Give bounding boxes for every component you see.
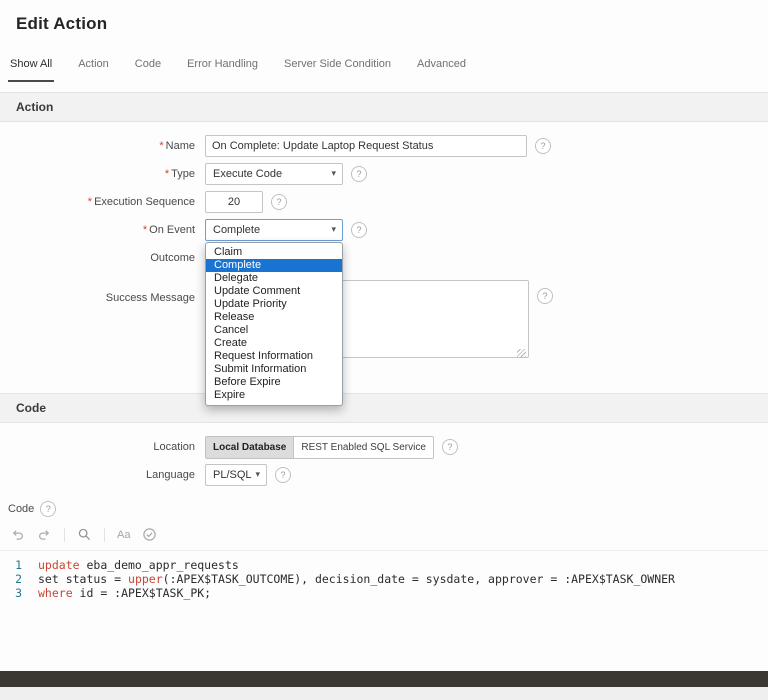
on-event-select[interactable]: Complete ▾ (205, 219, 343, 241)
location-option-local-database[interactable]: Local Database (206, 436, 295, 458)
case-icon: Aa (117, 528, 131, 541)
name-help-icon[interactable]: ? (535, 138, 551, 154)
on-event-option[interactable]: Delegate (206, 272, 342, 285)
tab-error-handling[interactable]: Error Handling (185, 52, 260, 82)
on-event-option[interactable]: Submit Information (206, 363, 342, 376)
tab-bar: Show All Action Code Error Handling Serv… (0, 52, 768, 82)
on-event-option[interactable]: Create (206, 337, 342, 350)
location-toggle-group: Local Database REST Enabled SQL Service (205, 435, 434, 459)
tab-code[interactable]: Code (133, 52, 163, 82)
redo-button[interactable] (37, 527, 52, 542)
validate-button[interactable] (142, 527, 157, 542)
required-marker: * (142, 224, 148, 236)
name-label: * Name (159, 140, 195, 152)
on-event-option[interactable]: Expire (206, 389, 342, 402)
language-field-row: Language PL/SQL ▾ ? (0, 463, 768, 487)
code-editor-area[interactable]: 1 update eba_demo_appr_requests 2 set statu… (0, 551, 768, 600)
required-marker: * (159, 140, 164, 152)
on-event-option[interactable]: Before Expire (206, 376, 342, 389)
code-line[interactable]: 1 update eba_demo_appr_requests (0, 558, 768, 572)
toolbar-divider (104, 527, 105, 542)
on-event-help-icon[interactable]: ? (351, 222, 367, 238)
execution-sequence-field-row: *Execution Sequence ? (0, 190, 768, 214)
tab-action[interactable]: Action (76, 52, 111, 82)
execution-sequence-input[interactable] (205, 191, 263, 213)
action-section-body: *Name ? *Type Execute Code ▾ ? *Executio… (0, 134, 768, 406)
location-help-icon[interactable]: ? (441, 439, 458, 455)
code-editor-toolbar: Aa (0, 517, 768, 551)
page-background-strip (0, 687, 768, 700)
execution-sequence-label: * Execution Sequence (87, 196, 195, 208)
code-editor-help-icon[interactable]: ? (40, 501, 57, 517)
on-event-select-value: Complete (213, 224, 261, 236)
type-select[interactable]: Execute Code ▾ (205, 163, 343, 185)
execution-sequence-help-icon[interactable]: ? (271, 194, 287, 210)
type-label: * Type (164, 168, 195, 180)
on-event-option[interactable]: Request Information (206, 350, 342, 363)
type-help-icon[interactable]: ? (351, 166, 367, 182)
chevron-down-icon: ▾ (331, 224, 336, 234)
redo-icon (39, 530, 50, 540)
outcome-field-row: Outcome (0, 246, 768, 270)
code-line[interactable]: 3 where id = :APEX$TASK_PK; (0, 586, 768, 600)
tab-server-side-condition[interactable]: Server Side Condition (282, 52, 393, 82)
name-input[interactable] (205, 135, 527, 157)
undo-icon (12, 530, 23, 540)
code-section-body: Location Local Database REST Enabled SQL… (0, 435, 768, 600)
on-event-option[interactable]: Cancel (206, 324, 342, 337)
code-line[interactable]: 2 set status = upper(:APEX$TASK_OUTCOME),… (0, 572, 768, 586)
case-button[interactable]: Aa (117, 529, 130, 541)
tab-advanced[interactable]: Advanced (415, 52, 468, 82)
required-marker: * (164, 168, 170, 180)
on-event-option[interactable]: Release (206, 311, 342, 324)
validate-icon (143, 528, 157, 541)
code-editor-label-row: Code ? (0, 491, 768, 517)
language-select-value: PL/SQL (213, 469, 252, 481)
tab-show-all[interactable]: Show All (8, 52, 55, 82)
line-number: 3 (15, 586, 22, 600)
name-field-row: *Name ? (0, 134, 768, 158)
page-title: Edit Action (16, 14, 108, 33)
language-label: Language (146, 469, 195, 481)
success-message-label: Success Message (105, 292, 195, 304)
code-editor-label: Code (8, 503, 35, 515)
on-event-label: * On Event (142, 224, 195, 236)
on-event-option[interactable]: Update Comment (206, 285, 342, 298)
location-label: Location (153, 441, 195, 453)
edit-action-dialog: Edit Action Show All Action Code Error H… (0, 0, 768, 700)
dialog-header: Edit Action (0, 0, 768, 34)
language-help-icon[interactable]: ? (275, 467, 291, 483)
type-field-row: * Type Execute Code ▾ ? (0, 162, 768, 186)
location-option-rest-enabled-sql-service[interactable]: REST Enabled SQL Service (294, 436, 433, 458)
on-event-dropdown: Claim Complete Delegate Update Comment U… (205, 242, 343, 406)
on-event-field-row: * On Event Complete ▾ Claim Complete Dele… (0, 218, 768, 406)
code-section-header: Code (0, 393, 768, 423)
on-event-option[interactable]: Claim (206, 246, 342, 259)
dialog-footer-bar (0, 671, 768, 687)
outcome-label: Outcome (150, 252, 195, 264)
undo-button[interactable] (10, 527, 25, 542)
line-number: 1 (15, 558, 22, 572)
language-select[interactable]: PL/SQL ▾ (205, 464, 267, 486)
chevron-down-icon: ▾ (331, 168, 336, 178)
toolbar-divider (64, 527, 65, 542)
success-message-field-row: Success Message ? (0, 280, 768, 363)
on-event-option[interactable]: Update Priority (206, 298, 342, 311)
chevron-down-icon: ▾ (255, 469, 260, 479)
line-number: 2 (15, 572, 22, 586)
required-marker: * (87, 196, 93, 208)
on-event-option[interactable]: Complete (206, 259, 342, 272)
location-field-row: Location Local Database REST Enabled SQL… (0, 435, 768, 459)
success-message-help-icon[interactable]: ? (537, 288, 553, 304)
type-select-value: Execute Code (213, 168, 283, 180)
search-button[interactable] (77, 527, 92, 542)
search-icon (78, 528, 90, 540)
action-section-header: Action (0, 92, 768, 122)
